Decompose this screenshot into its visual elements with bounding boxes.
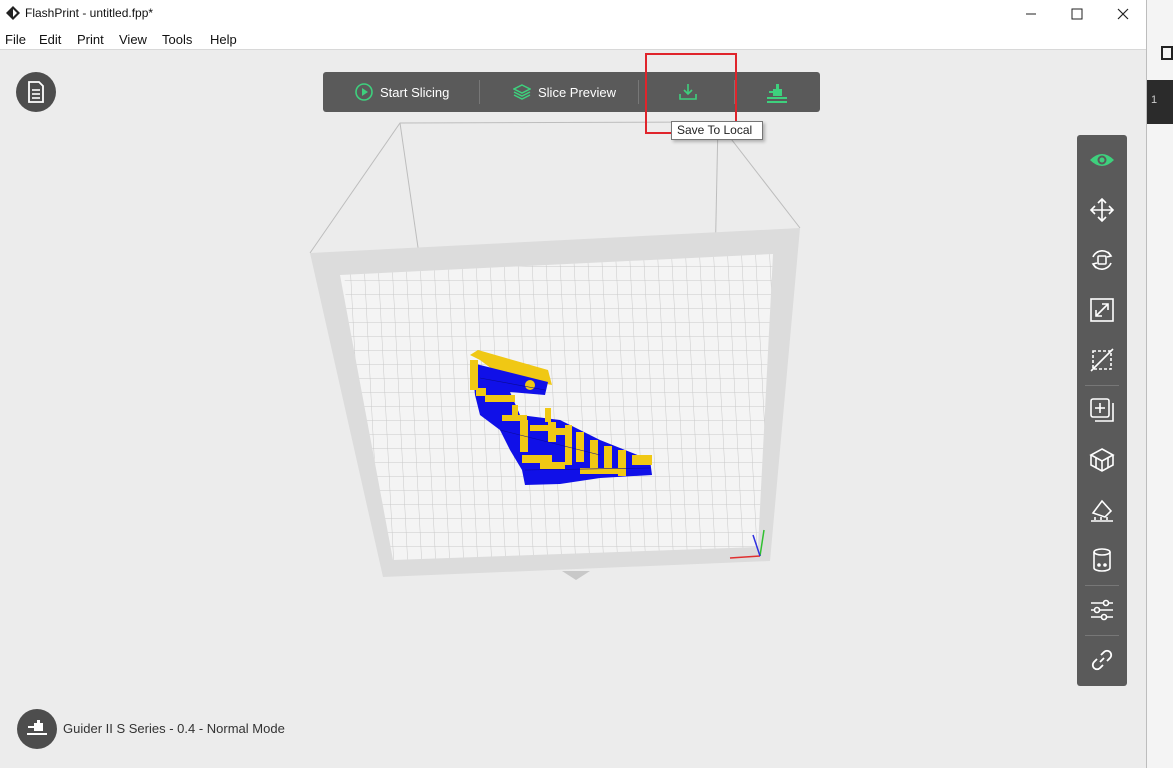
start-slicing-button[interactable]: Start Slicing [355,72,449,112]
background-window-dark-bar: 1 [1147,80,1173,124]
menu-tools[interactable]: Tools [162,32,192,47]
cylinder-icon [1093,548,1111,572]
minimize-button[interactable] [1008,0,1054,28]
window-square-icon [1161,46,1173,60]
top-toolbar: Start Slicing Slice Preview [323,72,820,112]
toolbar-separator [479,80,480,104]
printer-nozzle-icon [27,720,47,735]
scale-icon [1090,298,1114,322]
window-title: FlashPrint - untitled.fpp* [25,6,154,20]
panel-separator [1085,385,1119,386]
close-icon [1117,8,1129,20]
menu-view[interactable]: View [119,32,147,47]
move-button[interactable] [1086,194,1118,226]
panel-separator [1085,585,1119,586]
maximize-icon [1071,8,1083,20]
menu-file[interactable]: File [5,32,26,47]
settings-button[interactable] [1086,594,1118,626]
menu-print[interactable]: Print [77,32,104,47]
panel-separator [1085,635,1119,636]
supports-icon [1089,448,1115,472]
3d-viewport[interactable]: Start Slicing Slice Preview Save To Loca… [0,51,1146,768]
menu-edit[interactable]: Edit [39,32,61,47]
printer-button[interactable] [17,709,57,749]
flashprint-logo-icon [6,6,20,20]
slice-preview-button[interactable]: Slice Preview [513,72,616,112]
printer-send-icon [767,84,787,103]
cylinder-button[interactable] [1086,544,1118,576]
close-button[interactable] [1100,0,1146,28]
lay-flat-button[interactable] [1086,494,1118,526]
build-volume-scene[interactable] [0,51,1146,768]
start-slicing-label: Start Slicing [380,84,450,100]
minimize-icon [1026,13,1036,15]
view-button[interactable] [1086,144,1118,176]
settings-sliders-icon [1091,599,1113,621]
flashprint-window: FlashPrint - untitled.fpp* File Edit Pri… [0,0,1146,768]
send-to-printer-button[interactable] [764,72,790,112]
add-model-button[interactable] [1086,394,1118,426]
cut-icon [1090,348,1114,372]
rotate-button[interactable] [1086,244,1118,276]
add-model-icon [1090,398,1114,422]
supports-button[interactable] [1086,444,1118,476]
menu-bar: File Edit Print View Tools Help [0,28,1146,50]
save-to-local-tooltip: Save To Local [671,121,763,140]
background-window-strip: 1 [1146,0,1173,768]
play-circle-icon [355,83,373,101]
move-icon [1089,197,1115,223]
layers-icon [513,84,531,100]
slice-preview-label: Slice Preview [538,84,617,100]
menu-help[interactable]: Help [210,32,237,47]
title-bar: FlashPrint - untitled.fpp* [0,0,1146,28]
project-file-button[interactable] [16,72,56,112]
maximize-button[interactable] [1054,0,1100,28]
right-tool-panel [1077,135,1127,686]
cut-button[interactable] [1086,344,1118,376]
rotate-icon [1091,250,1113,270]
document-icon [28,81,44,103]
eye-icon [1090,154,1114,166]
printer-status-text: Guider II S Series - 0.4 - Normal Mode [63,721,285,736]
toolbar-separator [638,80,639,104]
link-icon [1091,649,1113,671]
side-strip-text: 1 [1151,94,1158,106]
lay-flat-icon [1091,499,1113,522]
link-button[interactable] [1086,644,1118,676]
scale-button[interactable] [1086,294,1118,326]
